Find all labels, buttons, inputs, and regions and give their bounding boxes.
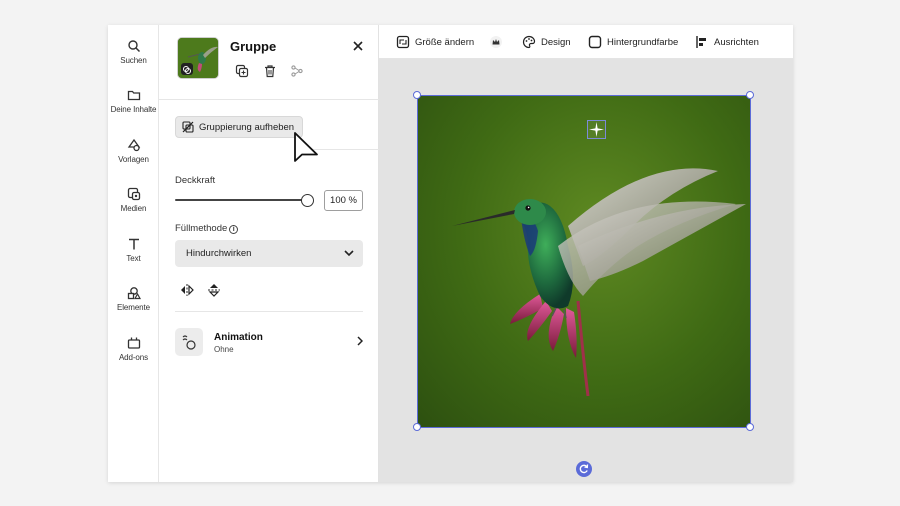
media-icon	[127, 187, 140, 201]
design-button[interactable]: Design	[522, 34, 571, 50]
rail-label: Medien	[120, 204, 147, 213]
rotate-handle[interactable]	[576, 461, 592, 477]
rail-label: Elemente	[117, 303, 150, 312]
divider	[175, 311, 363, 312]
close-icon[interactable]	[351, 39, 365, 53]
trash-icon[interactable]	[263, 64, 277, 78]
opacity-slider-track[interactable]	[175, 199, 307, 201]
elements-icon	[127, 287, 141, 300]
rail-item-templates[interactable]: Vorlagen	[108, 138, 159, 182]
ungroup-button[interactable]: Gruppierung aufheben	[175, 116, 304, 138]
animation-value: Ohne	[214, 345, 234, 354]
templates-icon	[127, 138, 140, 152]
resize-handle-bottom-right[interactable]	[746, 423, 754, 431]
crown-icon	[490, 36, 502, 48]
align-left-icon	[696, 36, 706, 48]
contextual-toolbar: Größe ändern Design Hintergrundfarbe Aus…	[379, 25, 793, 59]
addons-icon	[127, 337, 140, 349]
arrange-icon[interactable]	[290, 64, 304, 78]
rail-label: Add-ons	[118, 353, 149, 362]
rail-label: Text	[126, 254, 141, 263]
resize-handle-bottom-left[interactable]	[413, 423, 421, 431]
animation-sparkle-icon[interactable]	[587, 120, 606, 139]
resize-label: Größe ändern	[415, 36, 475, 48]
resize-handle-top-left[interactable]	[413, 91, 421, 99]
flip-vertical-icon[interactable]	[206, 282, 222, 298]
animation-row[interactable]: Animation Ohne	[175, 327, 363, 357]
rail-item-text[interactable]: Text	[108, 237, 159, 281]
chevron-down-icon	[344, 250, 354, 257]
resize-handle-top-right[interactable]	[746, 91, 754, 99]
search-icon	[127, 40, 140, 53]
align-button[interactable]: Ausrichten	[695, 34, 759, 50]
mouse-pointer-icon	[294, 132, 318, 162]
chevron-right-icon	[357, 336, 363, 346]
design-label: Design	[541, 36, 571, 48]
hummingbird-image[interactable]	[418, 96, 750, 427]
ungroup-icon	[182, 121, 194, 133]
flip-horizontal-icon[interactable]	[179, 282, 195, 298]
rail-label: Vorlagen	[118, 155, 149, 164]
rail-item-elements[interactable]: Elemente	[108, 286, 159, 330]
blend-mode-label-row: Füllmethode i	[175, 223, 239, 234]
text-icon	[128, 238, 139, 250]
opacity-label: Deckkraft	[175, 175, 216, 186]
align-label: Ausrichten	[714, 36, 759, 48]
duplicate-icon[interactable]	[235, 64, 249, 78]
background-color-button[interactable]: Hintergrundfarbe	[588, 34, 678, 50]
divider	[159, 99, 379, 100]
color-swatch-icon	[588, 35, 602, 49]
left-rail: Suchen Deine Inhalte Vorlagen Medien Tex…	[108, 25, 159, 482]
resize-button[interactable]: Größe ändern	[396, 34, 474, 50]
app-window: Suchen Deine Inhalte Vorlagen Medien Tex…	[108, 25, 793, 482]
resize-icon	[396, 35, 410, 49]
rail-item-media[interactable]: Medien	[108, 187, 159, 231]
blend-mode-dropdown[interactable]: Hindurchwirken	[175, 240, 363, 267]
rail-label: Deine Inhalte	[110, 105, 157, 114]
rail-item-search[interactable]: Suchen	[108, 39, 159, 83]
folder-icon	[127, 90, 140, 101]
info-icon[interactable]: i	[229, 225, 239, 234]
blend-mode-value: Hindurchwirken	[186, 248, 252, 259]
panel-title: Gruppe	[230, 39, 277, 54]
ungroup-label: Gruppierung aufheben	[199, 121, 295, 133]
hummingbird-illustration	[452, 168, 746, 397]
rotate-icon	[579, 464, 589, 474]
properties-panel: Gruppe Gruppierung aufheben Deckkraft 10…	[159, 25, 379, 482]
opacity-value-field[interactable]: 100 %	[324, 190, 363, 211]
palette-icon	[522, 35, 536, 49]
blend-mode-label: Füllmethode	[175, 223, 228, 234]
magic-resize-button[interactable]	[489, 34, 503, 50]
background-color-label: Hintergrundfarbe	[607, 36, 679, 48]
canvas-area	[379, 59, 793, 482]
rail-item-addons[interactable]: Add-ons	[108, 336, 159, 380]
group-thumbnail	[177, 37, 219, 79]
rail-label: Suchen	[120, 56, 147, 65]
rail-item-your-content[interactable]: Deine Inhalte	[108, 88, 159, 132]
group-badge-icon	[181, 63, 193, 75]
animation-title: Animation	[214, 332, 263, 343]
animation-icon	[175, 328, 203, 356]
opacity-slider-handle[interactable]	[301, 194, 314, 207]
